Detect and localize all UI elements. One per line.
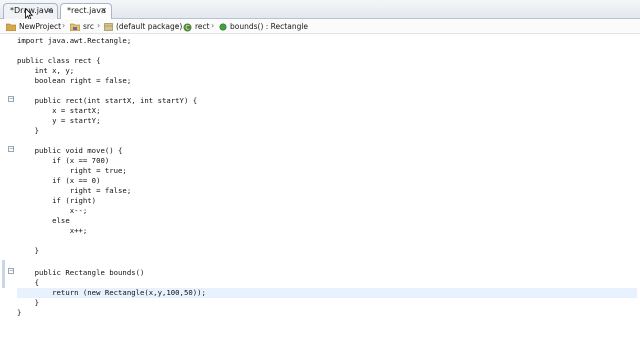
code-line: import java.awt.Rectangle; [17, 36, 132, 45]
breadcrumb-src[interactable]: src [70, 22, 94, 31]
change-marker [2, 260, 5, 288]
code-line: if (right) [17, 196, 97, 205]
breadcrumb-package-label: (default package) [116, 22, 183, 31]
package-icon [104, 23, 113, 31]
code-line: } [17, 246, 39, 255]
code-line: public rect(int startX, int startY) { [17, 96, 198, 105]
breadcrumb-package[interactable]: (default package) [104, 22, 182, 31]
class-file-icon: C [183, 23, 192, 31]
code-editor[interactable]: − − − import java.awt.Rectangle; public … [0, 34, 640, 360]
code-line: } [17, 126, 39, 135]
chevron-right-icon: › [211, 21, 215, 30]
editor-ruler [0, 34, 14, 360]
code-line: public Rectangle bounds() [17, 268, 145, 277]
code-line: x = startX; [17, 106, 101, 115]
code-line: x++; [17, 226, 88, 235]
code-line: } [17, 308, 22, 317]
fold-collapse-icon[interactable]: − [8, 96, 14, 102]
code-line: y = startY; [17, 116, 101, 125]
chevron-right-icon: › [175, 21, 179, 30]
code-line: else [17, 216, 70, 225]
breadcrumb-class-label: rect [195, 22, 210, 31]
code-line: } [17, 298, 39, 307]
code-line: x--; [17, 206, 88, 215]
breadcrumb-src-label: src [83, 22, 94, 31]
project-icon [6, 23, 16, 31]
code-line: if (x == 0) [17, 176, 101, 185]
public-method-icon [219, 23, 227, 31]
fold-collapse-icon[interactable]: − [8, 146, 14, 152]
code-line: if (x == 700) [17, 156, 110, 165]
code-line: int x, y; [17, 66, 75, 75]
editor-tab-bar: *Draw.java ✕ *rect.java ✕ [0, 0, 640, 20]
code-line: boolean right = false; [17, 76, 132, 85]
breadcrumb-project-label: NewProject [19, 22, 62, 31]
breadcrumb: NewProject › src › (default package) › C… [0, 19, 640, 34]
code-line: right = true; [17, 166, 127, 175]
fold-collapse-icon[interactable]: − [8, 268, 14, 274]
chevron-right-icon: › [97, 21, 101, 30]
tab-rect-java[interactable]: *rect.java ✕ [60, 3, 112, 20]
svg-text:C: C [185, 24, 189, 31]
code-line: right = false; [17, 186, 132, 195]
breadcrumb-project[interactable]: NewProject [6, 22, 61, 31]
code-line: public class rect { [17, 56, 101, 65]
breadcrumb-class[interactable]: C rect [183, 22, 210, 32]
chevron-right-icon: › [62, 21, 66, 30]
code-line-current: return (new Rectangle(x,y,100,50)); [17, 288, 637, 298]
close-icon[interactable]: ✕ [100, 6, 107, 15]
breadcrumb-member-label: bounds() : Rectangle [230, 22, 309, 31]
code-line: public void move() { [17, 146, 123, 155]
source-folder-icon [70, 23, 80, 31]
breadcrumb-member[interactable]: bounds() : Rectangle [219, 22, 308, 31]
code-line: { [17, 278, 39, 287]
close-icon[interactable]: ✕ [46, 6, 53, 15]
